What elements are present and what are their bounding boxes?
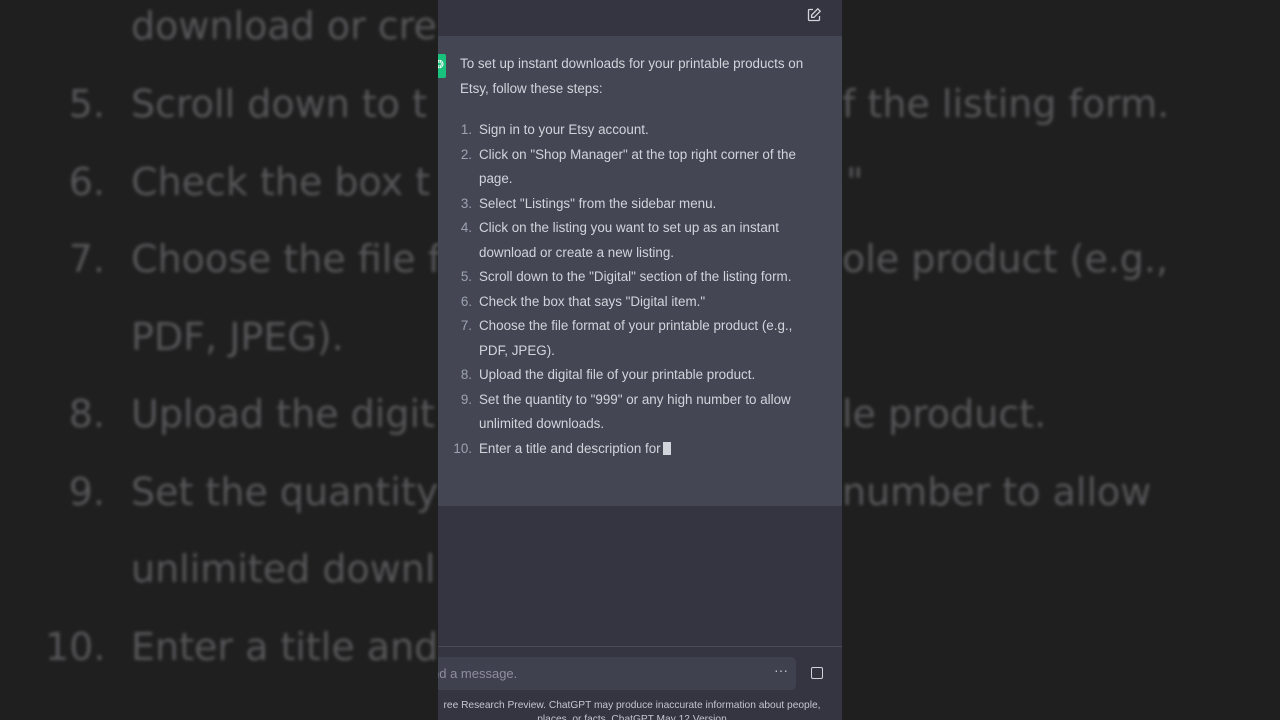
step-number: 3. [460, 195, 472, 211]
bg-line-right: f the listing form. [842, 82, 1170, 126]
step-text: Upload the digital file of your printabl… [479, 367, 756, 382]
bg-num: 5. [68, 82, 105, 126]
typing-cursor [662, 441, 671, 455]
step-text: Enter a title and description for [479, 440, 661, 456]
list-item: 6. Check the box that says "Digital item.… [460, 290, 822, 315]
step-number: 9. [460, 391, 472, 407]
bg-line: Choose the file f [131, 237, 442, 281]
step-text: Select "Listings" from the sidebar menu. [479, 195, 717, 211]
step-text: Check the box that says "Digital item." [479, 293, 706, 309]
assistant-message: ❂ To set up instant downloads for your p… [438, 36, 842, 506]
bg-num: 7. [68, 237, 105, 281]
list-item: 4. Click on the listing you want to set u… [460, 216, 822, 265]
step-text: Set the quantity to "999" or any high nu… [479, 391, 791, 432]
assistant-avatar: ❂ [438, 54, 446, 78]
message-input[interactable]: nd a message. ··· [438, 657, 796, 690]
composer-area: nd a message. ··· ree Research Preview. … [438, 646, 842, 720]
bg-line: Enter a title and [131, 625, 439, 669]
message-input-placeholder: nd a message. [438, 666, 518, 681]
step-number: 10. [453, 440, 472, 456]
step-number: 1. [460, 122, 472, 137]
step-text: Sign in to your Etsy account. [479, 122, 649, 137]
step-text: Scroll down to the "Digital" section of … [479, 269, 792, 284]
list-item: 10. Enter a title and description for [453, 437, 822, 462]
list-item: 2. Click on "Shop Manager" at the top rig… [460, 143, 822, 192]
step-number: 5. [460, 269, 472, 284]
bg-line-right: le product. [842, 392, 1047, 436]
more-icon[interactable]: ··· [774, 662, 788, 678]
bg-line: PDF, JPEG). [131, 315, 344, 359]
step-text: Click on "Shop Manager" at the top right… [479, 146, 796, 187]
openai-logo-icon: ❂ [438, 59, 444, 71]
step-number: 8. [460, 367, 472, 382]
bg-num: 8. [68, 392, 105, 436]
bg-line-right: number to allow [842, 470, 1152, 514]
bg-line: Scroll down to t [131, 82, 427, 126]
disclaimer-text: ree Research Preview. ChatGPT may produc… [443, 700, 821, 720]
bg-num: 10. [45, 625, 106, 669]
list-item: 3. Select "Listings" from the sidebar men… [460, 192, 822, 217]
bg-line-right: " [846, 160, 864, 204]
bg-line: download or cre [131, 4, 437, 48]
list-item: 9. Set the quantity to "999" or any high … [460, 388, 822, 437]
chat-panel: ❂ To set up instant downloads for your p… [438, 0, 842, 720]
message-intro: To set up instant downloads for your pri… [460, 56, 804, 96]
stop-generating-icon[interactable] [811, 667, 823, 679]
step-number: 7. [460, 318, 472, 333]
bg-line-right: ole product (e.g., [842, 237, 1169, 281]
step-text: Click on the listing you want to set up … [479, 220, 779, 260]
step-number: 4. [460, 220, 472, 235]
bg-line: Set the quantity [131, 470, 439, 514]
bg-num: 9. [68, 470, 105, 514]
list-item: 8. Upload the digital file of your printa… [460, 363, 822, 388]
list-item: 1. Sign in to your Etsy account. [460, 118, 822, 143]
message-content: To set up instant downloads for your pri… [453, 52, 822, 462]
bg-line: Check the box t [131, 160, 431, 204]
step-number: 2. [460, 146, 472, 162]
steps-list: 1. Sign in to your Etsy account. 2. Click … [453, 118, 822, 462]
bg-line: unlimited downl [131, 547, 436, 591]
step-number: 6. [460, 293, 472, 309]
bg-line: Upload the digit [131, 392, 435, 436]
list-item: 5. Scroll down to the "Digital" section o… [460, 265, 822, 290]
step-text: Choose the file format of your printable… [479, 318, 793, 358]
top-bar [438, 0, 842, 36]
edit-icon[interactable] [806, 7, 822, 23]
list-item: 7. Choose the file format of your printab… [460, 314, 822, 363]
bg-num: 6. [68, 160, 105, 204]
